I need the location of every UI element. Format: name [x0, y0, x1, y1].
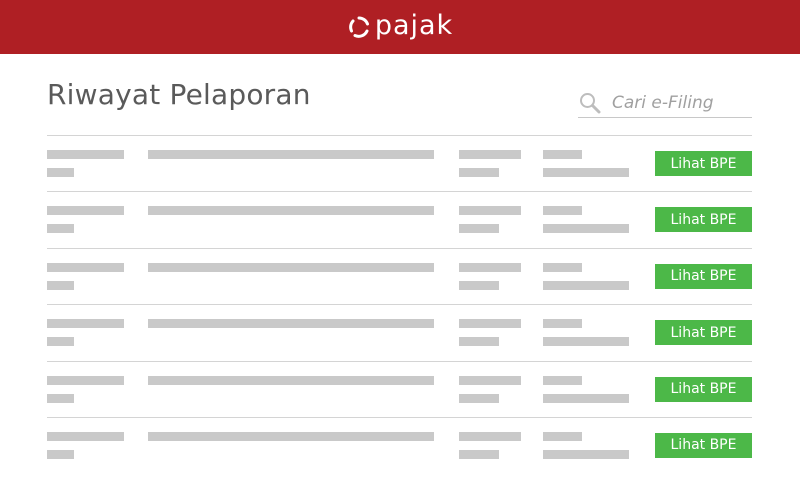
placeholder-bar	[459, 337, 499, 347]
placeholder-bar	[47, 449, 74, 459]
placeholder-bar	[148, 262, 434, 272]
placeholder-bar	[543, 375, 582, 385]
brand-logo[interactable]: pajak	[347, 9, 454, 41]
placeholder-bar	[47, 168, 74, 177]
placeholder-bar	[543, 280, 629, 290]
table-row: Lihat BPE	[47, 305, 752, 362]
placeholder-bar	[543, 431, 582, 441]
table-row: Lihat BPE	[47, 418, 752, 474]
view-bpe-button[interactable]: Lihat BPE	[655, 151, 752, 176]
placeholder-bar	[459, 375, 521, 385]
placeholder-bar	[543, 168, 629, 177]
placeholder-bar	[543, 262, 582, 272]
placeholder-bar	[459, 150, 521, 159]
placeholder-bar	[47, 337, 74, 347]
placeholder-bar	[543, 337, 629, 347]
placeholder-bar	[148, 150, 434, 159]
magnifier-icon[interactable]	[579, 92, 601, 114]
placeholder-bar	[459, 168, 499, 177]
table-row: Lihat BPE	[47, 136, 752, 193]
placeholder-bar	[148, 375, 434, 385]
table-row: Lihat BPE	[47, 362, 752, 418]
placeholder-bar	[47, 262, 124, 272]
placeholder-bar	[47, 375, 124, 385]
report-history-table: Lihat BPE Lihat BPE Lihat BPE Lihat BPE	[47, 135, 752, 474]
table-row: Lihat BPE	[47, 249, 752, 306]
view-bpe-button[interactable]: Lihat BPE	[655, 207, 752, 233]
placeholder-bar	[543, 206, 582, 216]
search-box	[578, 88, 752, 118]
brand-name: pajak	[374, 9, 454, 41]
placeholder-bar	[543, 319, 582, 329]
page-title: Riwayat Pelaporan	[47, 78, 311, 111]
placeholder-bar	[47, 393, 74, 403]
placeholder-bar	[47, 280, 74, 290]
placeholder-bar	[459, 224, 499, 234]
placeholder-bar	[459, 431, 521, 441]
top-header-bar: pajak	[0, 0, 800, 54]
placeholder-bar	[47, 431, 124, 441]
placeholder-bar	[459, 393, 499, 403]
search-input[interactable]	[612, 89, 750, 116]
pajak-logo-icon	[348, 16, 369, 38]
placeholder-bar	[459, 262, 521, 272]
placeholder-bar	[148, 206, 434, 216]
placeholder-bar	[543, 393, 629, 403]
placeholder-bar	[459, 206, 521, 216]
placeholder-bar	[148, 431, 434, 441]
view-bpe-button[interactable]: Lihat BPE	[655, 376, 752, 402]
placeholder-bar	[47, 206, 124, 216]
placeholder-bar	[47, 319, 124, 329]
placeholder-bar	[543, 150, 582, 159]
placeholder-bar	[459, 319, 521, 329]
placeholder-bar	[459, 449, 499, 459]
placeholder-bar	[543, 224, 629, 234]
placeholder-bar	[47, 224, 74, 234]
placeholder-bar	[47, 150, 124, 159]
view-bpe-button[interactable]: Lihat BPE	[655, 263, 752, 289]
table-row: Lihat BPE	[47, 192, 752, 249]
placeholder-bar	[543, 449, 629, 459]
placeholder-bar	[148, 319, 434, 329]
view-bpe-button[interactable]: Lihat BPE	[655, 432, 752, 458]
placeholder-bar	[459, 280, 499, 290]
view-bpe-button[interactable]: Lihat BPE	[655, 320, 752, 346]
